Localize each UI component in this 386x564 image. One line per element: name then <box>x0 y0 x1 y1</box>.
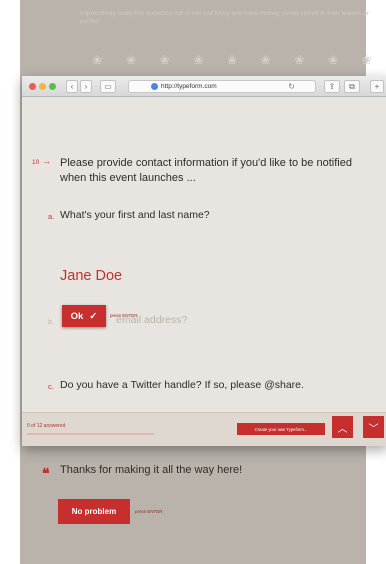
check-icon: ✓ <box>89 310 98 322</box>
thanks-message: Thanks for making it all the way here! <box>60 464 243 476</box>
no-problem-button[interactable]: No problem <box>58 499 130 524</box>
forward-button[interactable]: › <box>80 80 92 93</box>
flower-icon: ❀ <box>226 53 238 67</box>
ok-button-label: Ok <box>70 310 84 322</box>
flower-icon: ❀ <box>294 53 305 67</box>
back-button[interactable]: ‹ <box>66 80 78 93</box>
next-question-button[interactable]: ﹀ <box>363 416 384 438</box>
progress-text: 0 of 12 answered <box>27 423 66 429</box>
sidebar-icon: ▭ <box>104 82 112 91</box>
sidebar-button[interactable]: ▭ <box>100 80 116 93</box>
plus-icon: + <box>374 82 380 91</box>
sub-question-c-letter: c. <box>48 382 54 391</box>
flower-icon: ❀ <box>193 53 204 67</box>
sub-question-b-letter: b. <box>48 319 54 326</box>
chevron-down-icon: ﹀ <box>368 423 379 435</box>
create-typeform-button[interactable]: Create your own Typeform... <box>237 423 325 435</box>
browser-toolbar: ‹ › ▭ http://typeform.com ↻ ⇪ ⧉ + <box>22 76 386 97</box>
progress-bar <box>27 433 154 435</box>
url-text: http://typeform.com <box>161 83 217 90</box>
chevron-left-icon: ‹ <box>70 82 74 91</box>
quote-icon: ❝ <box>42 465 50 481</box>
share-icon: ⇪ <box>328 82 336 91</box>
question-number: 10 <box>32 159 40 166</box>
flower-icon: ❀ <box>328 53 339 67</box>
ok-press-enter-hint: press ENTER <box>110 313 138 318</box>
tabs-icon: ⧉ <box>349 81 355 91</box>
close-window-button[interactable] <box>29 83 36 90</box>
name-answer-field[interactable]: Jane Doe <box>60 268 122 284</box>
browser-window: ‹ › ▭ http://typeform.com ↻ ⇪ ⧉ + 10 → P… <box>22 76 386 446</box>
maximize-window-button[interactable] <box>49 83 56 90</box>
previous-question-button[interactable]: ︿ <box>332 416 353 438</box>
flower-icon: ❀ <box>92 53 103 67</box>
tabs-button[interactable]: ⧉ <box>344 80 360 93</box>
chevron-right-icon: › <box>84 82 88 91</box>
sub-question-a-text: What's your first and last name? <box>60 209 210 221</box>
sub-question-a-letter: a. <box>48 212 55 221</box>
background-faded-text: impressively badly the audience out of n… <box>80 10 370 25</box>
background-icon-row: ❀ ❀ ❀ ❀ ❀ ❀ ❀ ❀ ❀ <box>82 53 382 67</box>
flower-icon: ❀ <box>361 53 372 67</box>
ok-button[interactable]: Ok ✓ <box>62 305 106 327</box>
typeform-content: 10 → Please provide contact information … <box>22 97 386 446</box>
minimize-window-button[interactable] <box>39 83 46 90</box>
globe-icon <box>151 83 158 90</box>
url-bar[interactable]: http://typeform.com ↻ <box>128 80 316 93</box>
share-button[interactable]: ⇪ <box>324 80 340 93</box>
question-title: Please provide contact information if yo… <box>60 157 352 184</box>
no-problem-press-enter-hint: press ENTER <box>135 509 163 514</box>
reload-icon[interactable]: ↻ <box>288 82 295 91</box>
sub-question-c-text: Do you have a Twitter handle? If so, ple… <box>60 379 304 391</box>
flower-icon: ❀ <box>159 53 170 67</box>
arrow-right-icon: → <box>42 156 51 166</box>
flower-icon: ❀ <box>125 53 137 67</box>
new-tab-button[interactable]: + <box>370 80 384 93</box>
chevron-up-icon: ︿ <box>337 423 348 435</box>
flower-icon: ❀ <box>260 53 271 67</box>
form-footer: 0 of 12 answered Create your own Typefor… <box>22 412 386 446</box>
